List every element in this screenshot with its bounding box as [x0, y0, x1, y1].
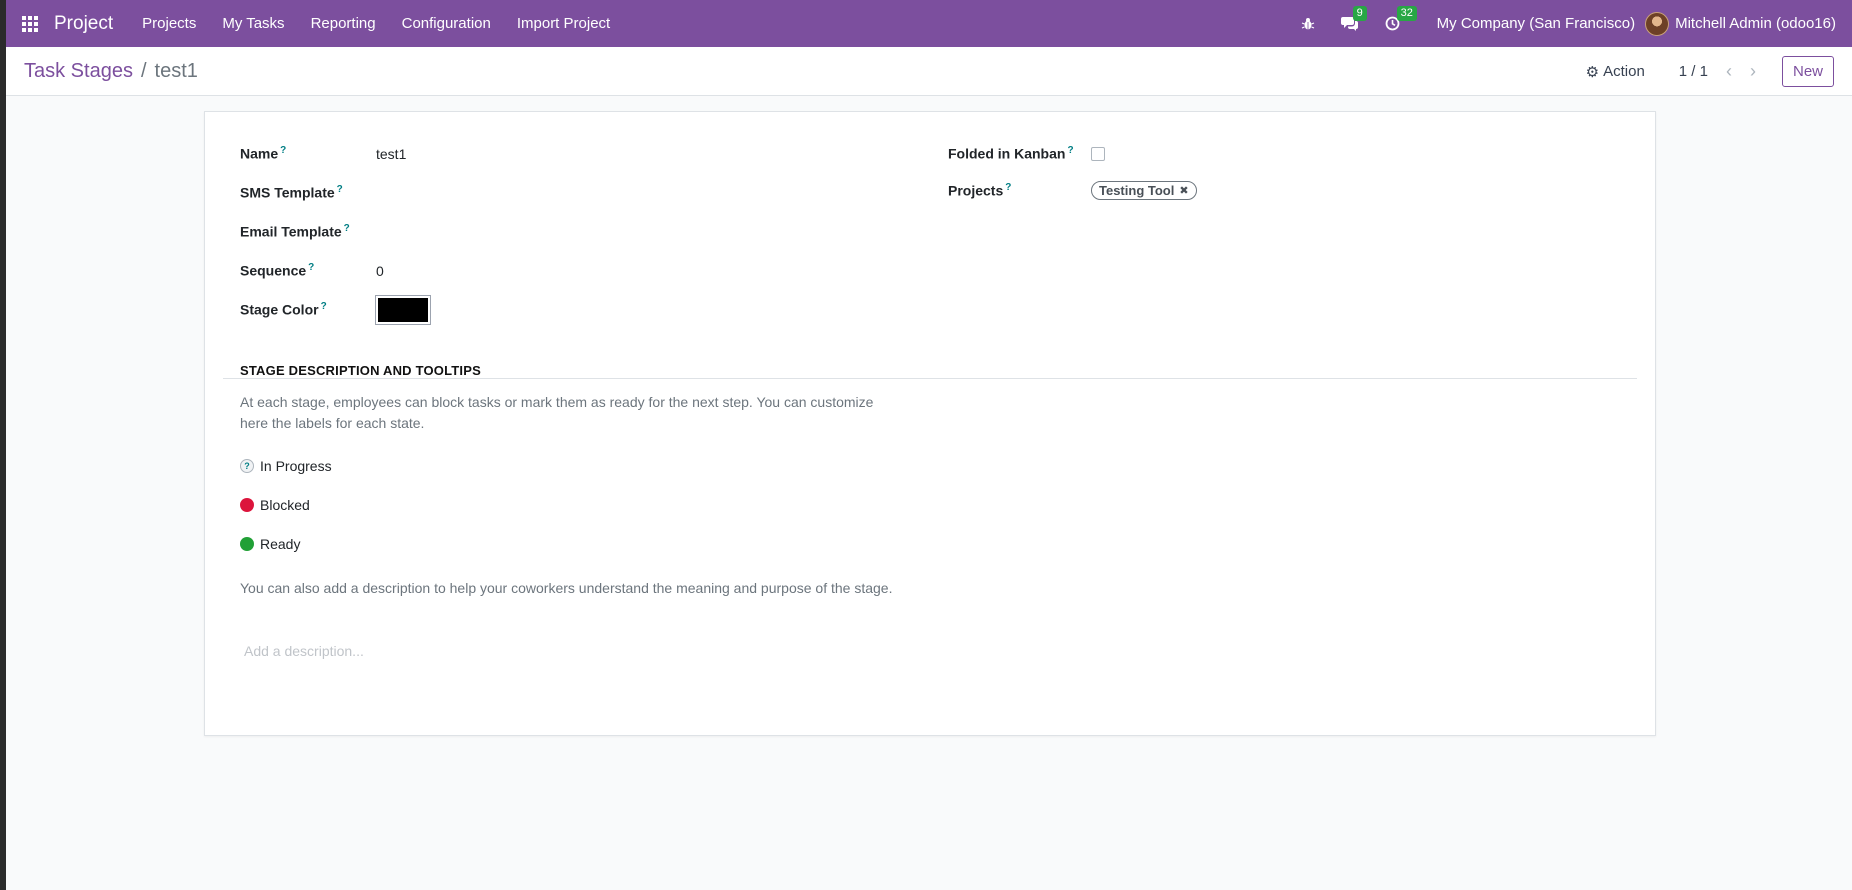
field-label: SMS Template?	[240, 184, 343, 201]
avatar	[1645, 11, 1670, 36]
top-navbar: Project Projects My Tasks Reporting Conf…	[6, 0, 1852, 47]
field-label: Folded in Kanban?	[948, 145, 1074, 162]
breadcrumb-task-stages[interactable]: Task Stages	[24, 60, 133, 83]
menu-configuration[interactable]: Configuration	[389, 0, 504, 47]
control-panel-right: ⚙ Action 1 / 1 ‹ › New	[1586, 47, 1834, 96]
help-icon[interactable]: ?	[337, 184, 343, 195]
stage-color-picker[interactable]	[375, 294, 431, 325]
field-label: Email Template?	[240, 223, 350, 240]
help-icon[interactable]: ?	[280, 145, 286, 156]
field-row-email-template: Email Template?	[240, 212, 900, 251]
action-label: Action	[1603, 63, 1645, 80]
chevron-right-icon[interactable]: ›	[1746, 61, 1760, 82]
activities-clock-icon[interactable]: 32	[1385, 6, 1417, 31]
red-dot-icon	[240, 498, 254, 512]
help-icon[interactable]: ?	[1005, 182, 1011, 193]
activities-badge: 32	[1396, 6, 1417, 21]
messages-badge: 9	[1352, 6, 1367, 21]
chevron-left-icon[interactable]: ‹	[1722, 61, 1736, 82]
new-button[interactable]: New	[1781, 56, 1834, 87]
user-menu[interactable]: Mitchell Admin (odoo16)	[1645, 11, 1852, 36]
breadcrumb-separator: /	[140, 59, 147, 82]
control-panel: Task Stages / test1 ⚙ Action 1 / 1 ‹ › N…	[6, 47, 1852, 96]
action-button[interactable]: ⚙ Action	[1586, 63, 1645, 81]
field-row-sequence: Sequence? 0	[240, 251, 900, 290]
question-circle-icon: ?	[240, 459, 254, 473]
name-input[interactable]: test1	[376, 146, 406, 162]
state-label[interactable]: Ready	[260, 536, 300, 552]
apps-menu-icon[interactable]	[6, 0, 54, 47]
section-outro-text: You can also add a description to help y…	[240, 580, 893, 596]
form-right-column: Folded in Kanban? Projects? Testing Tool…	[948, 134, 1608, 207]
breadcrumb: Task Stages / test1	[24, 60, 198, 83]
state-ready: Ready	[240, 536, 300, 552]
field-label: Sequence?	[240, 262, 315, 279]
field-row-projects: Projects? Testing Tool ✖	[948, 173, 1608, 207]
field-row-folded-in-kanban: Folded in Kanban?	[948, 134, 1608, 173]
help-icon[interactable]: ?	[321, 301, 327, 312]
state-blocked: Blocked	[240, 497, 310, 513]
menu-reporting[interactable]: Reporting	[298, 0, 389, 47]
pager-value[interactable]: 1 / 1	[1679, 63, 1708, 80]
breadcrumb-current: test1	[154, 59, 198, 82]
gear-icon: ⚙	[1585, 63, 1600, 81]
form-left-column: Name? test1 SMS Template? Email Template…	[240, 134, 900, 329]
debug-bug-icon[interactable]	[1301, 17, 1315, 31]
field-label: Projects?	[948, 181, 1012, 199]
field-row-sms-template: SMS Template?	[240, 173, 900, 212]
description-editor[interactable]: Add a description...	[244, 643, 364, 659]
form-sheet: Name? test1 SMS Template? Email Template…	[204, 111, 1656, 736]
menu-projects[interactable]: Projects	[129, 0, 209, 47]
main-menu: Projects My Tasks Reporting Configuratio…	[129, 0, 623, 47]
state-label[interactable]: Blocked	[260, 497, 310, 513]
project-tag: Testing Tool ✖	[1091, 180, 1197, 200]
field-row-stage-color: Stage Color?	[240, 290, 900, 329]
help-icon[interactable]: ?	[344, 223, 350, 234]
sequence-input[interactable]: 0	[376, 263, 384, 279]
messages-chat-icon[interactable]: 9	[1340, 6, 1367, 31]
sms-template-input[interactable]	[376, 183, 676, 203]
field-label: Stage Color?	[240, 301, 327, 318]
state-label[interactable]: In Progress	[260, 458, 332, 474]
section-title: STAGE DESCRIPTION AND TOOLTIPS	[240, 363, 481, 378]
field-label: Name?	[240, 145, 287, 162]
systray: 9 32 My Company (San Francisco) Mitchell…	[1288, 0, 1852, 47]
menu-import-project[interactable]: Import Project	[504, 0, 623, 47]
help-icon[interactable]: ?	[308, 262, 314, 273]
field-row-name: Name? test1	[240, 134, 900, 173]
app-window: Project Projects My Tasks Reporting Conf…	[6, 0, 1852, 890]
email-template-input[interactable]	[376, 222, 676, 242]
user-name: Mitchell Admin (odoo16)	[1675, 15, 1836, 32]
section-divider	[223, 378, 1637, 379]
remove-tag-icon[interactable]: ✖	[1179, 184, 1188, 197]
company-switcher[interactable]: My Company (San Francisco)	[1437, 15, 1635, 32]
section-intro-text: At each stage, employees can block tasks…	[240, 394, 874, 431]
menu-my-tasks[interactable]: My Tasks	[209, 0, 297, 47]
app-brand[interactable]: Project	[54, 13, 113, 35]
folded-in-kanban-checkbox[interactable]	[1091, 146, 1105, 161]
state-in-progress: ? In Progress	[240, 458, 332, 474]
help-icon[interactable]: ?	[1067, 145, 1073, 156]
green-dot-icon	[240, 537, 254, 551]
